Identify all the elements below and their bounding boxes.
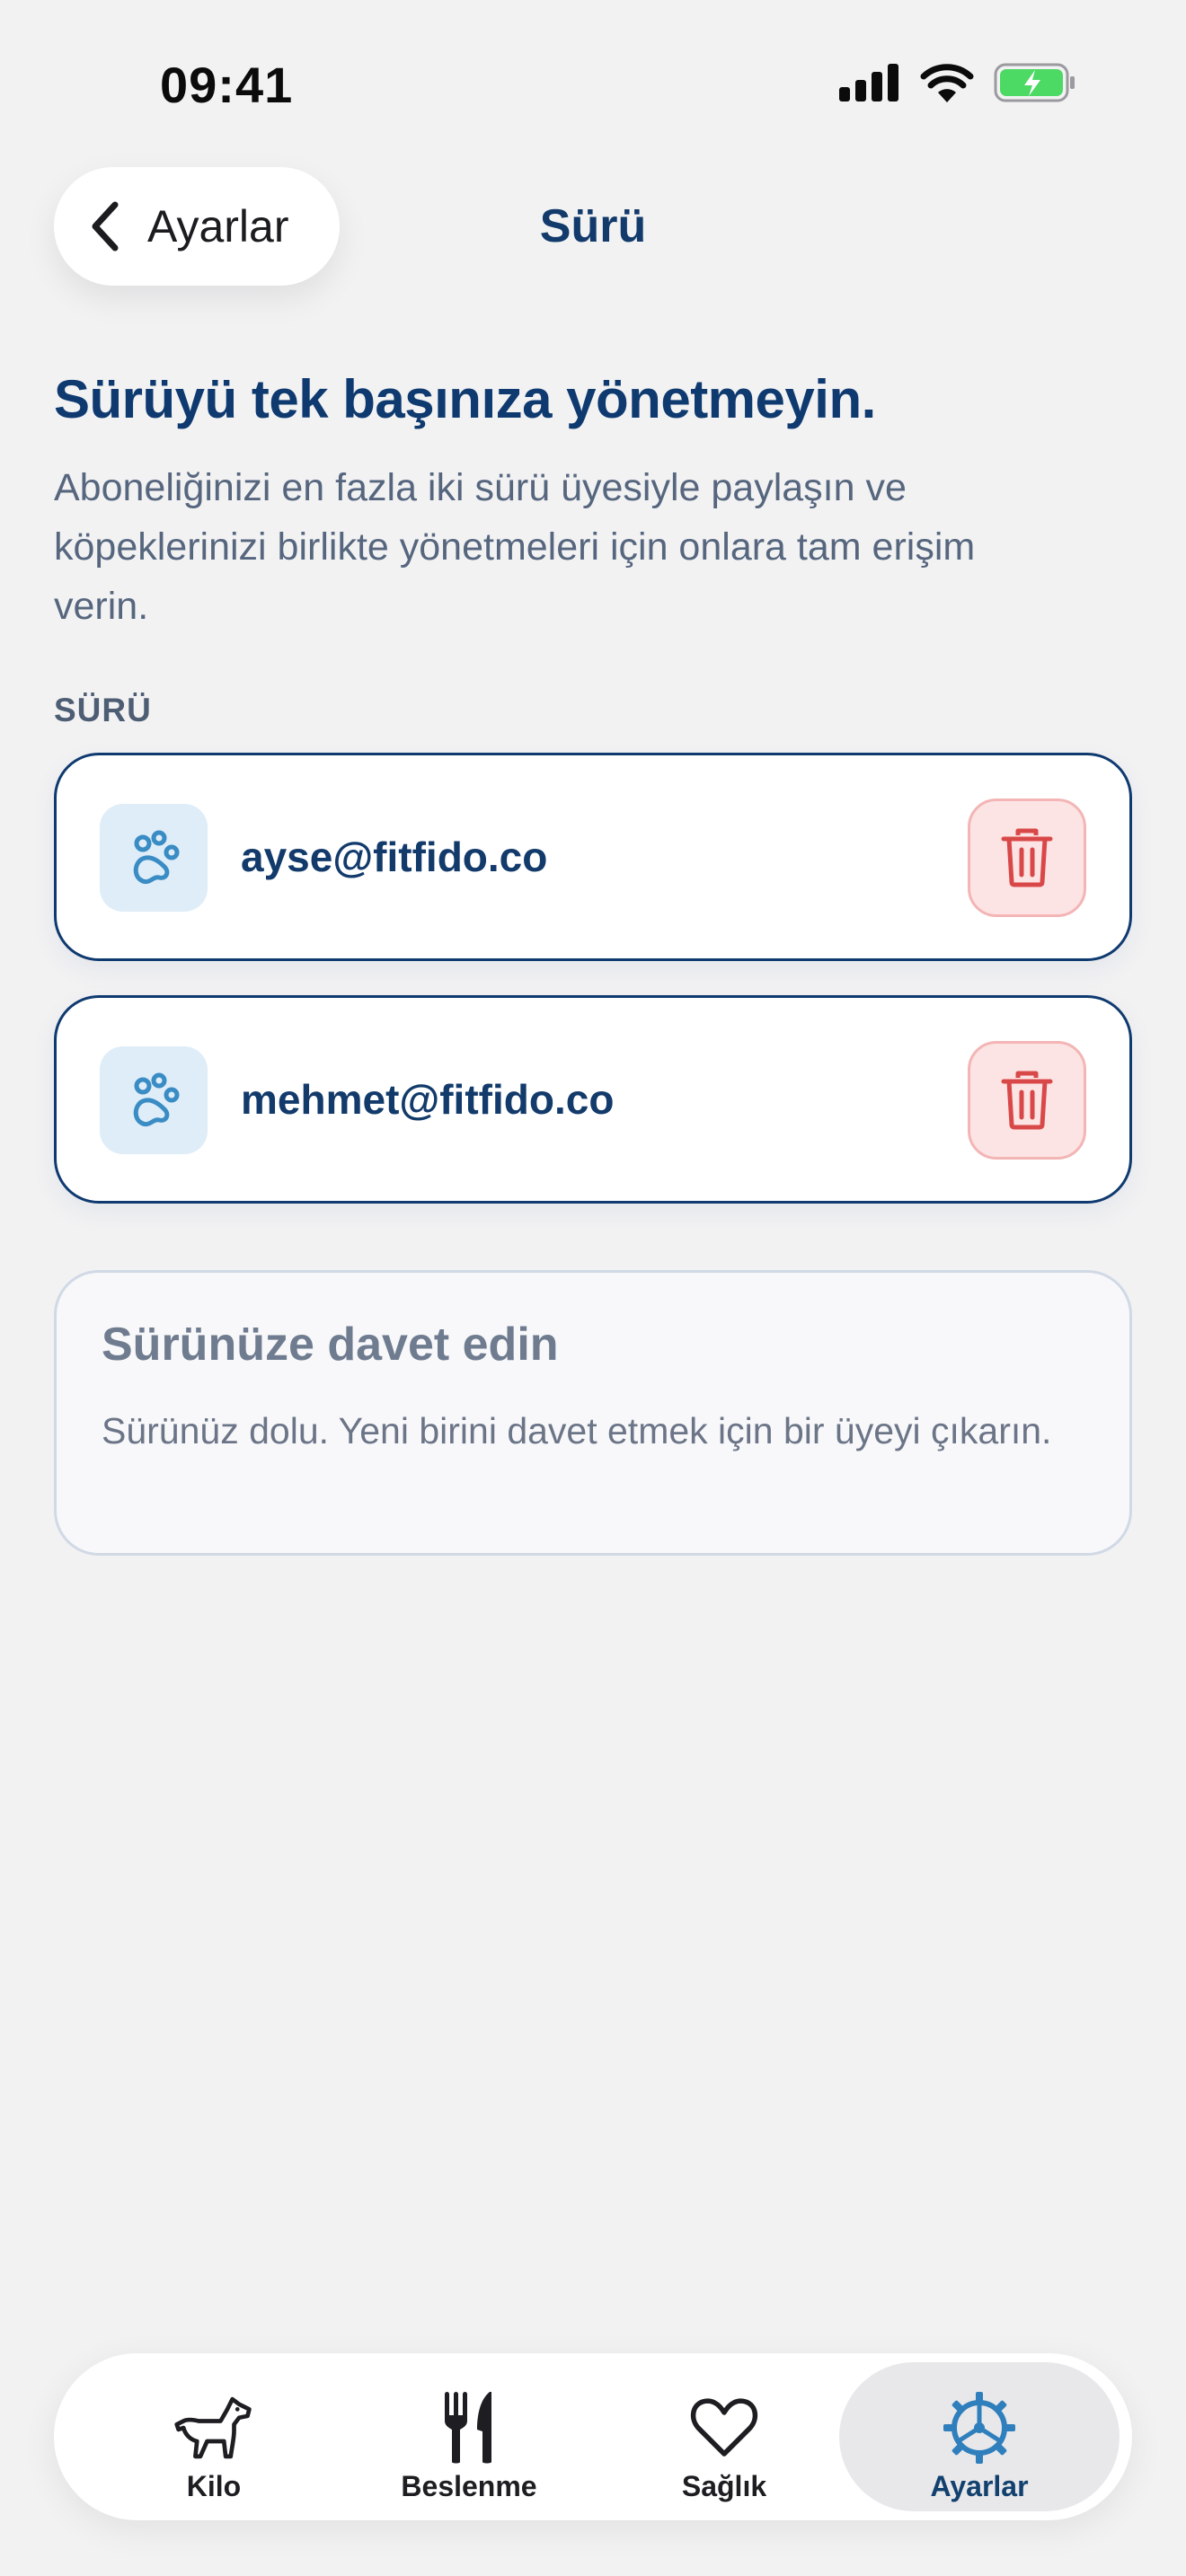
gear-icon <box>939 2389 1020 2466</box>
status-bar: 09:41 <box>0 0 1186 153</box>
member-card: ayse@fitfido.co <box>54 753 1132 961</box>
subtitle: Aboneliğinizi en fazla iki sürü üyesiyle… <box>54 466 976 628</box>
tab-label: Beslenme <box>401 2470 537 2502</box>
paw-icon <box>100 1046 208 1154</box>
dog-icon <box>173 2389 254 2466</box>
headline: Sürüyü tek başınıza yönetmeyin. <box>54 369 876 429</box>
member-email: mehmet@fitfido.co <box>241 1076 615 1123</box>
tab-label: Sağlık <box>681 2470 767 2502</box>
tab-saglik[interactable]: Sağlık <box>584 2362 864 2511</box>
member-email: ayse@fitfido.co <box>241 834 548 880</box>
paw-icon <box>100 804 208 912</box>
status-icons <box>839 63 1076 102</box>
tab-beslenme[interactable]: Beslenme <box>329 2362 609 2511</box>
trash-icon <box>1001 1071 1053 1130</box>
invite-card: Sürünüze davet edin Sürünüz dolu. Yeni b… <box>54 1270 1132 1556</box>
tab-label: Kilo <box>186 2470 242 2502</box>
remove-member-button[interactable] <box>968 798 1086 917</box>
screen: 09:41 Ayarlar Sürü Sürüyü tek başınıza y… <box>0 0 1186 2576</box>
heart-icon <box>684 2389 765 2466</box>
tab-ayarlar[interactable]: Ayarlar <box>839 2362 1120 2511</box>
wifi-icon <box>920 64 974 102</box>
tab-label: Ayarlar <box>930 2470 1029 2502</box>
fork-knife-icon <box>429 2389 509 2466</box>
status-time: 09:41 <box>160 57 294 113</box>
cellular-signal-icon <box>839 64 898 101</box>
trash-icon <box>1001 828 1053 887</box>
section-label: SÜRÜ <box>54 692 152 728</box>
tab-kilo[interactable]: Kilo <box>74 2362 354 2511</box>
invite-description: Sürünüz dolu. Yeni birini davet etmek iç… <box>102 1410 1052 1451</box>
remove-member-button[interactable] <box>968 1041 1086 1160</box>
tab-bar: Kilo Beslenme Sağlık Ayarlar <box>54 2353 1132 2520</box>
invite-title: Sürünüze davet edin <box>102 1319 559 1371</box>
battery-charging-icon <box>994 63 1075 102</box>
page-title: Sürü <box>539 200 647 252</box>
member-card: mehmet@fitfido.co <box>54 995 1132 1204</box>
